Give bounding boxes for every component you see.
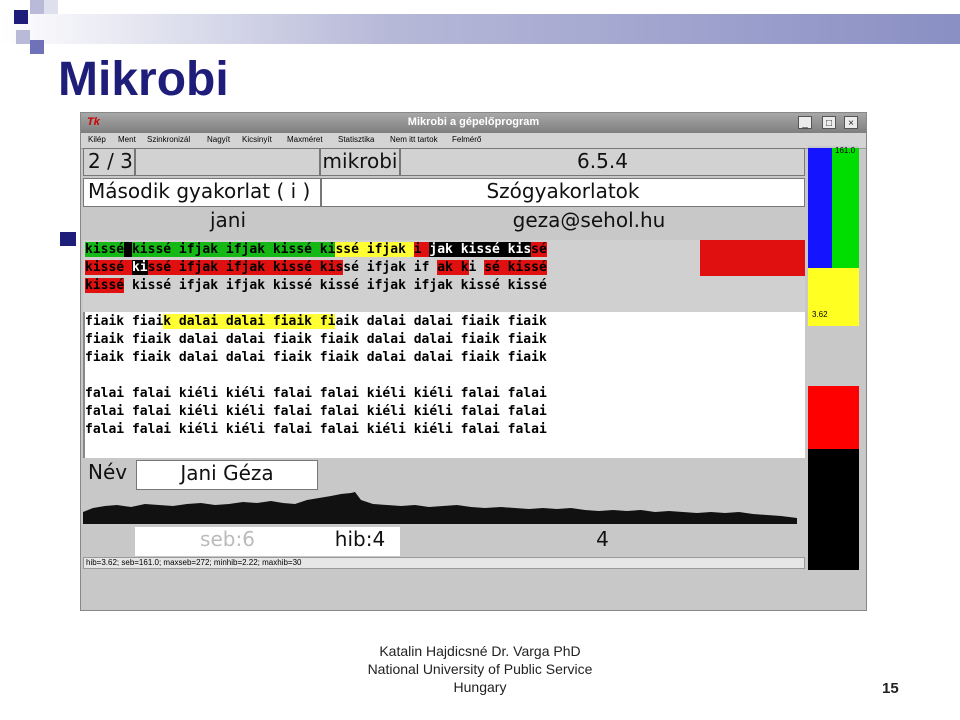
page-number: 15 (882, 680, 899, 697)
meter-black-bar (808, 449, 859, 570)
text-segment: ak k (437, 260, 469, 275)
user-name: jani (209, 208, 247, 232)
meter-blue-bar (808, 148, 832, 273)
name-value-box: Jani Géza (136, 460, 318, 490)
speed-value: seb:6 (200, 527, 255, 551)
text-segment: sé ifjak if (343, 260, 438, 275)
text-line: kissé kissé ifjak ifjak kissé kissé ifja… (85, 241, 547, 259)
text-segment: ki (131, 260, 148, 275)
name-value: Jani Géza (180, 461, 274, 485)
exercise-type-box: Szógyakorlatok (321, 178, 805, 207)
menu-item-maxmeret[interactable]: Maxméret (287, 135, 323, 144)
footer-line: National University of Public Service (367, 661, 593, 677)
text-segment: k dalai dalai fiaik fi (163, 314, 336, 329)
menu-item-kilep[interactable]: Kilép (88, 135, 106, 144)
counter-value: 4 (596, 527, 609, 551)
deco-square (30, 0, 44, 14)
menu-item-nem-itt-tartok[interactable]: Nem itt tartok (390, 135, 438, 144)
text-line: fiaik fiaik dalai dalai fiaik fiaik dala… (85, 313, 547, 331)
text-line: fiaik fiaik dalai dalai fiaik fiaik dala… (85, 349, 547, 367)
footer-line: Hungary (453, 679, 507, 695)
version-box: 6.5.4 (400, 148, 805, 176)
meter-top-value: 161.0 (835, 146, 856, 155)
text-segment: ssé ifjak (335, 242, 414, 257)
text-segment (124, 242, 132, 257)
deco-square (44, 0, 58, 14)
window-title: Mikrobi a gépelőprogram (407, 116, 540, 128)
maximize-button[interactable]: □ (822, 116, 836, 129)
text-segment: fiaik fiaik dalai dalai fiaik fiaik dala… (85, 332, 547, 347)
speed-box: seb:6 (135, 527, 320, 556)
red-row-band (700, 240, 805, 276)
menu-item-statisztika[interactable]: Statisztika (338, 135, 374, 144)
meter-mid-value: 3.62 (812, 310, 828, 319)
user-box: jani (83, 208, 373, 238)
progress-box: 2 / 3 (83, 148, 135, 176)
speed-graph (83, 492, 797, 524)
window-titlebar[interactable]: Tk Mikrobi a gépelőprogram _ □ × (81, 113, 866, 133)
deco-square (16, 30, 30, 44)
text-segment: fiaik fiai (85, 314, 164, 329)
slide-footer: Katalin Hajdicsné Dr. Varga PhD National… (330, 642, 630, 696)
text-segment: falai falai kiéli kiéli falai falai kiél… (85, 386, 547, 401)
text-segment: sé (531, 242, 547, 257)
errors-box: hib:4 (320, 527, 400, 556)
menu-bar: Kilép Ment Szinkronizál Nagyít Kicsinyít… (81, 133, 866, 149)
close-button[interactable]: × (844, 116, 858, 129)
status-line: hib=3.62; seb=161.0; maxseb=272; minhib=… (83, 557, 805, 569)
text-line: falai falai kiéli kiéli falai falai kiél… (85, 403, 547, 421)
deco-square (14, 10, 28, 24)
meter-red-bar (808, 386, 859, 449)
header-spacer (135, 148, 320, 176)
text-segment: aik dalai dalai fiaik fiaik (335, 314, 547, 329)
bullet-marker (60, 232, 76, 246)
exercise-box: Második gyakorlat ( i ) (83, 178, 321, 207)
text-segment: falai falai kiéli kiéli falai falai kiél… (85, 422, 547, 437)
errors-value: hib:4 (334, 527, 386, 551)
text-line: kissé kissé ifjak ifjak kissé kissé ifja… (85, 259, 547, 277)
menu-item-nagyit[interactable]: Nagyít (207, 135, 230, 144)
text-segment: kissé (85, 278, 125, 293)
progress-value: 2 / 3 (88, 149, 133, 173)
exercise-title: Második gyakorlat ( i ) (88, 179, 311, 203)
text-line: falai falai kiéli kiéli falai falai kiél… (85, 385, 547, 403)
text-segment: i (468, 260, 485, 275)
text-segment: sé kissé (484, 260, 547, 275)
text-segment: fiaik fiaik dalai dalai fiaik fiaik dala… (85, 350, 547, 365)
text-segment: falai falai kiéli kiéli falai falai kiél… (85, 404, 547, 419)
user-email: geza@sehol.hu (512, 208, 666, 232)
slide-title: Mikrobi (58, 53, 229, 106)
text-line: kissé kissé ifjak ifjak kissé kissé ifja… (85, 277, 547, 295)
text-line: fiaik fiaik dalai dalai fiaik fiaik dala… (85, 331, 547, 349)
title-band (0, 14, 960, 44)
menu-item-ment[interactable]: Ment (118, 135, 136, 144)
version-value: 6.5.4 (577, 149, 628, 173)
name-label: Név (88, 460, 128, 484)
email-box: geza@sehol.hu (373, 208, 805, 238)
menu-item-kicsinyit[interactable]: Kicsinyít (242, 135, 272, 144)
text-segment: ssé ifjak ifjak kissé kis (147, 260, 344, 275)
deco-square (30, 40, 44, 54)
exercise-type: Szógyakorlatok (486, 179, 640, 203)
menu-item-szinkronizal[interactable]: Szinkronizál (147, 135, 190, 144)
program-name: mikrobi (322, 149, 398, 173)
text-segment: kissé (85, 242, 125, 257)
program-name-box: mikrobi (320, 148, 400, 176)
meter-green-bar (832, 148, 859, 268)
text-segment: kissé ifjak ifjak kissé kissé ifjak ifja… (124, 278, 547, 293)
counter-box: 4 (400, 527, 805, 556)
speed-graph-area (83, 492, 797, 524)
side-meter: 161.0 3.62 (808, 146, 859, 570)
text-segment: i (413, 242, 430, 257)
footer-line: Katalin Hajdicsné Dr. Varga PhD (379, 643, 581, 659)
minimize-button[interactable]: _ (798, 116, 812, 129)
text-segment: kissé (85, 260, 132, 275)
name-label-box: Név (83, 460, 135, 490)
text-segment: kissé ifjak ifjak kissé ki (131, 242, 336, 257)
text-line: falai falai kiéli kiéli falai falai kiél… (85, 421, 547, 439)
menu-item-felmero[interactable]: Felmérő (452, 135, 481, 144)
text-segment: jak kissé kis (429, 242, 532, 257)
